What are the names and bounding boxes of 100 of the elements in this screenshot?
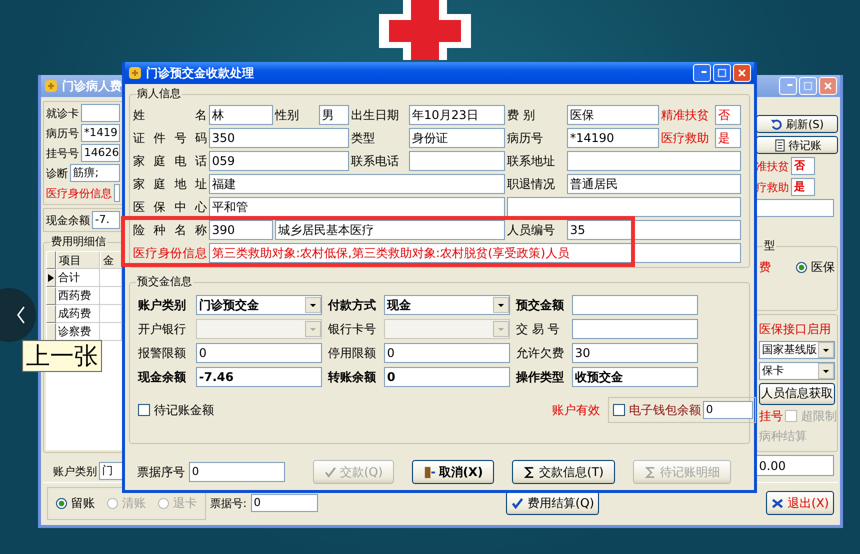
action-button[interactable]: 交款信息(T) xyxy=(512,460,615,484)
text-field[interactable]: 0 xyxy=(196,343,322,363)
dropdown-field[interactable]: 保卡 xyxy=(759,362,835,380)
window-title: 门诊病人费 xyxy=(62,78,122,94)
field-label: 人员编号 xyxy=(507,222,556,238)
text-field[interactable]: 城乡居民基本医疗 xyxy=(275,220,505,240)
exit-button[interactable]: 退出(X) xyxy=(766,491,834,515)
text-field[interactable]: 0 xyxy=(384,367,510,387)
radio-label: 费 xyxy=(759,258,771,276)
text-field[interactable]: 0 xyxy=(384,343,510,363)
text-field[interactable] xyxy=(114,184,120,202)
text-field[interactable]: 第三类救助对象:农村低保,第三类救助对象:农村脱贫(享受政策)人员 xyxy=(209,243,741,263)
checkbox[interactable] xyxy=(613,404,625,416)
field-label: 性别 xyxy=(275,106,300,124)
field-label: 账户类别 xyxy=(53,464,97,478)
text-field[interactable]: 男 xyxy=(319,105,349,125)
text-field[interactable]: -7. xyxy=(92,211,120,229)
dropdown-field[interactable]: 门诊预交金 xyxy=(196,295,322,315)
text-field[interactable] xyxy=(572,319,698,339)
text-field[interactable] xyxy=(572,295,698,315)
field-label: 报警限额 xyxy=(138,344,187,362)
text-field[interactable]: 福建 xyxy=(209,174,505,194)
maximize-button[interactable] xyxy=(713,64,731,82)
field-label: 家庭电话 xyxy=(133,152,207,170)
text-field[interactable]: 医保 xyxy=(567,105,659,125)
text-field[interactable]: 否 xyxy=(791,157,815,176)
text-field[interactable]: 否 xyxy=(715,105,741,125)
close-button[interactable] xyxy=(819,77,837,95)
minimize-button[interactable] xyxy=(693,64,711,82)
tooltip: 上一张 xyxy=(22,340,102,372)
maximize-button[interactable] xyxy=(799,77,817,95)
text-field[interactable]: 筋痹; xyxy=(70,164,120,182)
radio-option[interactable]: 医保 xyxy=(796,258,835,276)
table-cell[interactable]: 合计 xyxy=(56,269,100,287)
text-field[interactable]: 身份证 xyxy=(409,128,505,148)
close-icon xyxy=(823,81,833,91)
text-field[interactable]: 是 xyxy=(791,178,815,196)
text-field[interactable]: 平和管 xyxy=(209,197,505,217)
toolbar-button[interactable]: 待记账 xyxy=(756,136,838,154)
field-label: 挂号号 xyxy=(46,146,79,160)
checkbox[interactable] xyxy=(138,404,150,416)
group-title: 费用明细信 xyxy=(50,235,107,249)
text-field[interactable]: 390 xyxy=(209,220,273,240)
text-field[interactable]: *1419 xyxy=(81,124,120,142)
field-label: 预交金额 xyxy=(516,296,565,314)
checkbox-option[interactable]: 待记账金额 xyxy=(138,402,214,418)
field-label: 账户类别 xyxy=(138,296,187,314)
field-label: 诊断 xyxy=(46,166,68,180)
field-label: 医疗身份信息 xyxy=(46,186,112,200)
table-cell[interactable]: 西药费 xyxy=(56,287,100,305)
text-field[interactable]: 059 xyxy=(209,151,349,171)
column-header[interactable]: 项目 xyxy=(56,251,100,269)
field-label: 医疗身份信息 xyxy=(133,244,207,262)
text-field[interactable]: 30 xyxy=(572,343,698,363)
text-field[interactable]: -7.46 xyxy=(196,367,322,387)
sigma-icon xyxy=(644,466,657,478)
checkbox-option[interactable]: 电子钱包余额 xyxy=(613,402,701,418)
text-field[interactable] xyxy=(507,197,741,217)
text-field[interactable]: 350 xyxy=(209,128,349,148)
text-field[interactable]: 0 xyxy=(189,462,285,482)
fetch-info-button[interactable]: 人员信息获取 xyxy=(759,382,835,405)
action-button[interactable]: 取消(X) xyxy=(412,460,494,484)
text-field[interactable]: 林 xyxy=(209,105,273,125)
text-field[interactable]: 35 xyxy=(567,220,741,240)
radio-button[interactable] xyxy=(796,262,807,273)
check-icon xyxy=(511,496,524,510)
text-field[interactable]: 年10月23日 xyxy=(409,105,505,125)
text-field[interactable]: 0 xyxy=(250,494,318,512)
close-button[interactable] xyxy=(733,64,751,82)
radio-option[interactable]: 留账 xyxy=(56,494,95,512)
dropdown-field[interactable]: 国家基线版 xyxy=(759,340,835,359)
field-label: 精准扶贫 xyxy=(661,106,710,124)
amount-field[interactable]: 0.00 xyxy=(756,454,834,476)
minimize-button[interactable] xyxy=(779,77,797,95)
column-header[interactable]: 金 xyxy=(100,251,122,269)
text-field[interactable] xyxy=(81,104,120,122)
field-label: 医保中心 xyxy=(133,198,207,216)
text-field[interactable] xyxy=(567,151,741,171)
text-field[interactable]: 门 xyxy=(99,462,123,480)
field-label: 票据序号 xyxy=(137,464,185,480)
app-icon xyxy=(128,66,142,80)
table-cell[interactable]: 成药费 xyxy=(56,305,100,323)
text-field[interactable]: 14626 xyxy=(81,144,120,162)
toolbar-button[interactable]: 刷新(S) xyxy=(756,115,838,134)
text-field[interactable]: *14190 xyxy=(567,128,659,148)
settle-button[interactable]: 费用结算(Q) xyxy=(506,491,600,515)
maximize-icon xyxy=(803,81,813,91)
text-field[interactable]: 0 xyxy=(703,401,753,419)
text-field[interactable]: 普通居民 xyxy=(567,174,741,194)
field-label: 病历号 xyxy=(46,126,79,140)
text-field[interactable] xyxy=(409,151,505,171)
window-title: 门诊预交金收款处理 xyxy=(146,64,254,82)
group-title: 预交金信息 xyxy=(136,275,193,289)
dropdown-field[interactable]: 现金 xyxy=(384,295,510,315)
text-field[interactable]: 收预交金 xyxy=(572,367,698,387)
maximize-icon xyxy=(717,68,727,78)
radio-button[interactable] xyxy=(56,498,67,508)
field-label: 费 别 xyxy=(507,106,536,124)
text-field[interactable] xyxy=(756,199,834,217)
text-field[interactable]: 是 xyxy=(715,128,741,148)
